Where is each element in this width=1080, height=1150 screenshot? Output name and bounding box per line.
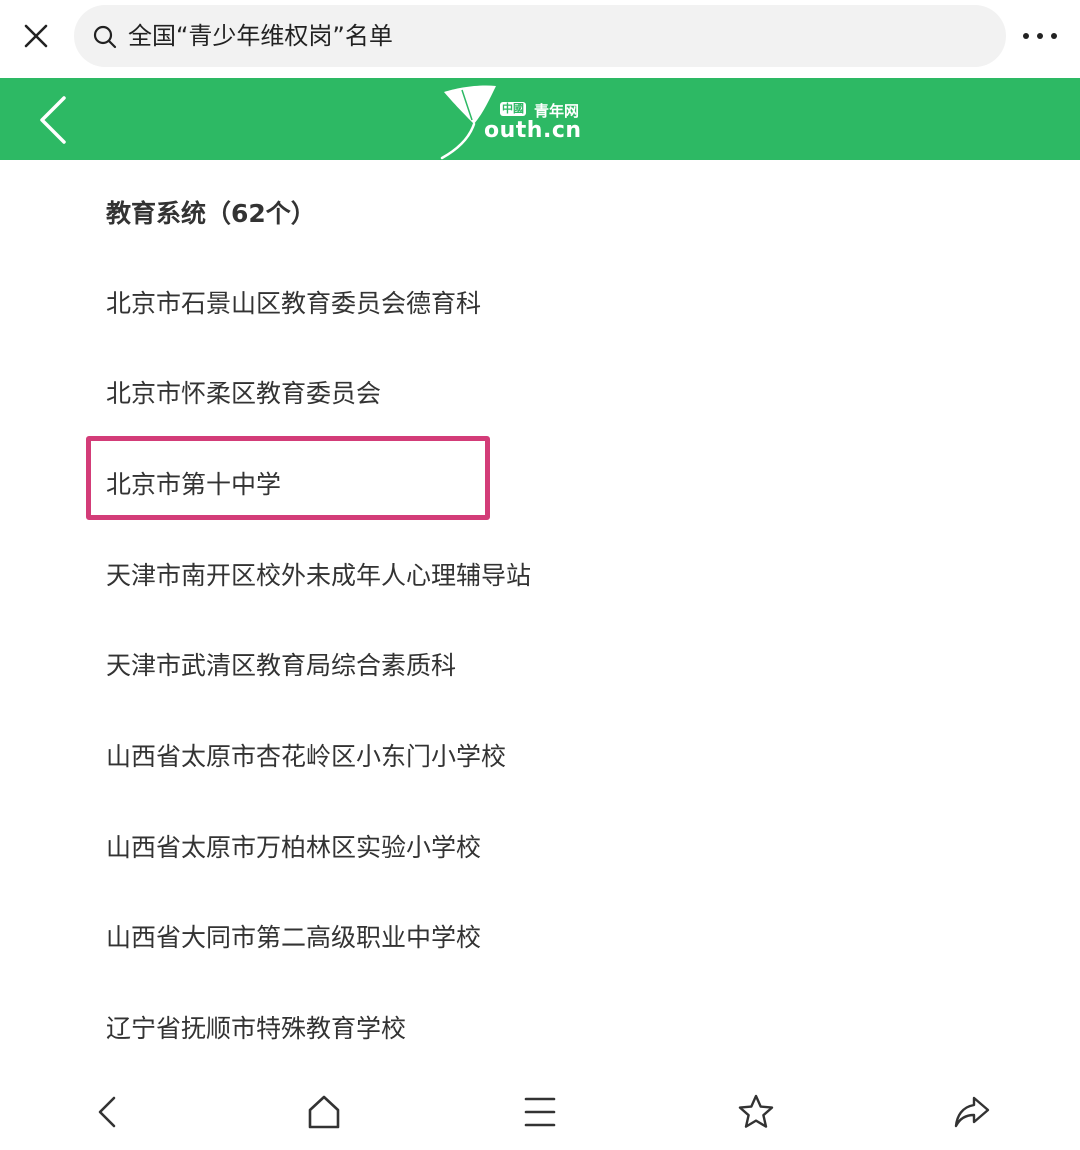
back-icon — [98, 1096, 116, 1128]
site-logo[interactable]: 中國 青年网 outh.cn — [438, 82, 588, 160]
list-item: 山西省太原市万柏林区实验小学校 — [106, 833, 482, 862]
share-button[interactable] — [948, 1088, 996, 1136]
list-item: 山西省大同市第二高级职业中学校 — [106, 923, 482, 952]
bottom-nav-bar — [0, 1070, 1080, 1150]
menu-icon — [524, 1097, 556, 1127]
home-icon — [308, 1095, 340, 1129]
menu-button[interactable] — [516, 1088, 564, 1136]
browser-top-bar: 全国“青少年维权岗”名单 — [0, 0, 1080, 78]
chevron-left-icon — [40, 96, 66, 144]
search-icon — [93, 25, 117, 49]
star-icon — [738, 1094, 774, 1128]
back-button[interactable] — [84, 1088, 132, 1136]
section-heading: 教育系统（62个） — [106, 199, 316, 228]
logo-badge: 中國 — [500, 102, 526, 116]
list-item: 北京市石景山区教育委员会德育科 — [106, 289, 482, 318]
search-bar[interactable]: 全国“青少年维权岗”名单 — [74, 5, 1006, 67]
close-button[interactable] — [14, 14, 58, 58]
logo-domain: outh.cn — [484, 118, 582, 143]
more-options-button[interactable] — [1014, 16, 1066, 56]
search-query-text: 全国“青少年维权岗”名单 — [128, 22, 393, 50]
favorite-button[interactable] — [732, 1088, 780, 1136]
more-dots-icon — [1023, 33, 1057, 39]
list-item: 辽宁省抚顺市特殊教育学校 — [106, 1014, 407, 1043]
list-item: 天津市南开区校外未成年人心理辅导站 — [106, 561, 532, 590]
header-back-button[interactable] — [30, 92, 80, 148]
home-button[interactable] — [300, 1088, 348, 1136]
list-item: 山西省太原市杏花岭区小东门小学校 — [106, 742, 507, 771]
site-header: 中國 青年网 outh.cn — [0, 78, 1080, 160]
close-icon — [24, 24, 48, 48]
list-item: 天津市武清区教育局综合素质科 — [106, 651, 457, 680]
highlight-box — [86, 436, 490, 520]
share-icon — [954, 1096, 990, 1128]
list-item: 北京市怀柔区教育委员会 — [106, 379, 382, 408]
